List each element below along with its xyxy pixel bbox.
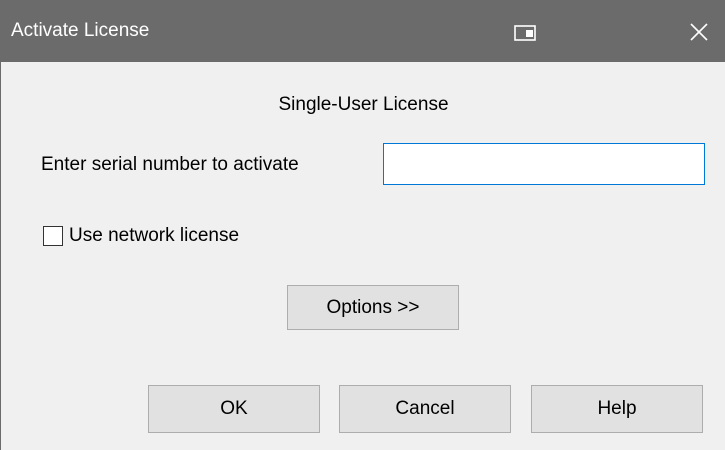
help-button[interactable]: Help (531, 385, 703, 433)
serial-number-input[interactable] (383, 143, 705, 185)
window-title: Activate License (11, 20, 150, 41)
license-type-heading: Single-User License (278, 94, 449, 115)
cancel-button[interactable]: Cancel (339, 385, 511, 433)
use-network-license-checkbox[interactable]: Use network license (43, 224, 239, 248)
use-network-license-label: Use network license (69, 225, 240, 246)
ok-button[interactable]: OK (148, 385, 320, 433)
options-button[interactable]: Options >> (287, 285, 459, 330)
snap-layout-icon[interactable] (514, 24, 538, 42)
checkbox-box[interactable] (43, 226, 63, 246)
close-icon[interactable] (681, 16, 717, 48)
activate-license-dialog: Activate License Single-User License Ent… (0, 0, 725, 450)
title-bar[interactable]: Activate License (1, 0, 725, 62)
serial-number-label: Enter serial number to activate (41, 154, 299, 175)
